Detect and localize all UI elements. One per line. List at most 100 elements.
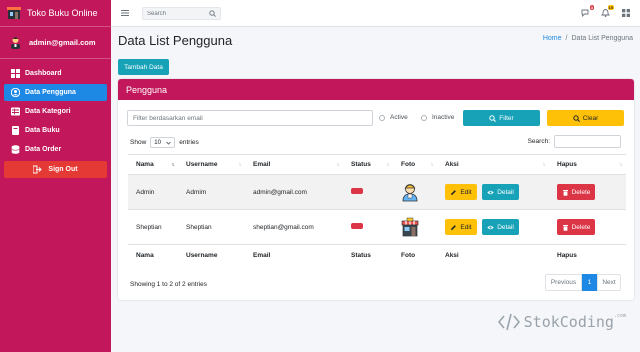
column-label: Hapus [557,161,577,168]
column-header-email[interactable]: Email ↑↓ [245,154,343,175]
detail-label: Detail [497,223,514,231]
clear-button[interactable]: Clear [547,110,624,126]
add-data-button[interactable]: Tambah Data [118,59,169,75]
footer-column-username: Username [178,244,245,266]
code-brackets-icon [497,313,520,331]
sidebar-item-label: Data Buku [25,127,60,134]
dashboard-icon [11,69,20,78]
table-search-input[interactable] [554,135,621,148]
watermark-text: StokCoding [523,313,614,331]
detail-label: Detail [497,188,514,196]
search-icon [489,114,497,122]
watermark-suffix: .com [613,313,626,319]
trash-icon [562,189,568,196]
breadcrumb-home-link[interactable]: Home [543,35,562,42]
edit-button[interactable]: Edit [445,184,477,200]
cell-aksi: Edit Detail [437,209,549,245]
search-box [142,7,221,20]
delete-button[interactable]: Delete [557,184,595,200]
brand[interactable]: Toko Buku Online [0,0,111,27]
sort-icon: ↑↓ [430,162,434,168]
sidebar-item-label: Data Pengguna [25,89,76,96]
sidebar-item-label: Dashboard [25,70,62,77]
sign-out-icon [33,165,43,174]
column-label: Username [186,161,218,168]
sort-icon: ↑↓ [619,162,623,168]
search-input[interactable] [143,8,205,19]
hamburger-menu-icon[interactable] [121,9,129,17]
show-entries: Show 10 entries [130,137,199,148]
eye-icon [487,190,494,194]
pencil-icon [451,224,457,230]
breadcrumb-current: Data List Pengguna [571,35,634,42]
cell-username: Admim [178,174,245,210]
radio-active[interactable]: Active [379,114,408,121]
user-email: admin@gmail.com [29,38,96,47]
pagination: Previous 1 Next [545,274,621,291]
sidebar-item-label: Data Order [25,146,62,153]
column-header-status[interactable]: Status ↑↓ [343,154,393,175]
table-list-icon [11,107,20,116]
pagination-page-1[interactable]: 1 [582,274,597,291]
email-filter-input[interactable] [127,110,373,126]
edit-button[interactable]: Edit [445,219,477,235]
sidebar-item-data-buku[interactable]: Data Buku [4,122,107,139]
entries-select[interactable]: 10 [150,137,176,148]
radio-dot [379,114,385,121]
chevron-down-icon [166,141,172,145]
sidebar-item-data-order[interactable]: Data Order [4,141,107,158]
notifications-button[interactable]: 15 [600,5,614,17]
watermark: StokCoding .com [497,313,626,331]
sidebar-item-dashboard[interactable]: Dashboard [4,65,107,82]
cell-nama: Admin [128,174,178,210]
page-title: Data List Pengguna [118,33,233,48]
bell-icon [600,9,611,17]
database-icon [11,145,20,154]
radio-inactive[interactable]: Inactive [421,114,454,121]
sort-asc-icon: ↑↓ [171,162,175,168]
column-header-username[interactable]: Username ↑↓ [178,154,245,175]
show-label: Show [130,139,147,146]
search-icon[interactable] [209,10,216,17]
pagination-next[interactable]: Next [597,274,621,291]
sort-icon: ↑↓ [238,162,242,168]
edit-label: Edit [460,188,472,196]
store-logo-icon [7,7,21,19]
sidebar-item-data-kategori[interactable]: Data Kategori [4,103,107,120]
cell-nama: Sheptian [128,209,178,245]
card-title: Pengguna [118,79,634,100]
column-header-hapus[interactable]: Hapus ↑↓ [549,154,626,175]
status-badge [351,188,363,194]
sidebar-item-data-pengguna[interactable]: Data Pengguna [4,84,107,101]
edit-label: Edit [460,223,472,231]
table-row: Admin Admim admin@gmail.com Edit Detail … [128,174,626,210]
messages-button[interactable]: 3 [581,5,594,18]
column-header-aksi[interactable]: Aksi ↑↓ [437,154,549,175]
search-icon [573,114,580,122]
cell-hapus: Delete [549,174,626,210]
sign-out-button[interactable]: Sign Out [4,161,107,178]
column-label: Foto [401,161,416,168]
table-row: Sheptian Sheptian sheptian@gmail.com Edi… [128,209,626,245]
status-badge [351,223,363,229]
users-card: Pengguna Active Inactive Filter Clear Sh… [118,79,634,300]
user-panel[interactable]: admin@gmail.com [0,27,111,59]
column-header-foto[interactable]: Foto ↑↓ [393,154,437,175]
pagination-previous[interactable]: Previous [545,274,582,291]
sign-out-label: Sign Out [48,166,78,173]
column-label: Email [253,161,271,168]
sort-icon: ↑↓ [336,162,340,168]
footer-column-email: Email [245,244,343,266]
footer-column-foto: Foto [393,244,437,266]
delete-button[interactable]: Delete [557,219,595,235]
comments-icon [581,9,589,18]
detail-button[interactable]: Detail [482,219,519,235]
trash-icon [562,224,568,231]
detail-button[interactable]: Detail [482,184,519,200]
eye-icon [487,225,494,229]
cell-foto [393,174,437,210]
filter-button[interactable]: Filter [463,110,540,126]
apps-button[interactable] [622,9,631,17]
column-header-nama[interactable]: Nama ↑↓ [128,154,178,175]
cell-status [343,174,393,210]
